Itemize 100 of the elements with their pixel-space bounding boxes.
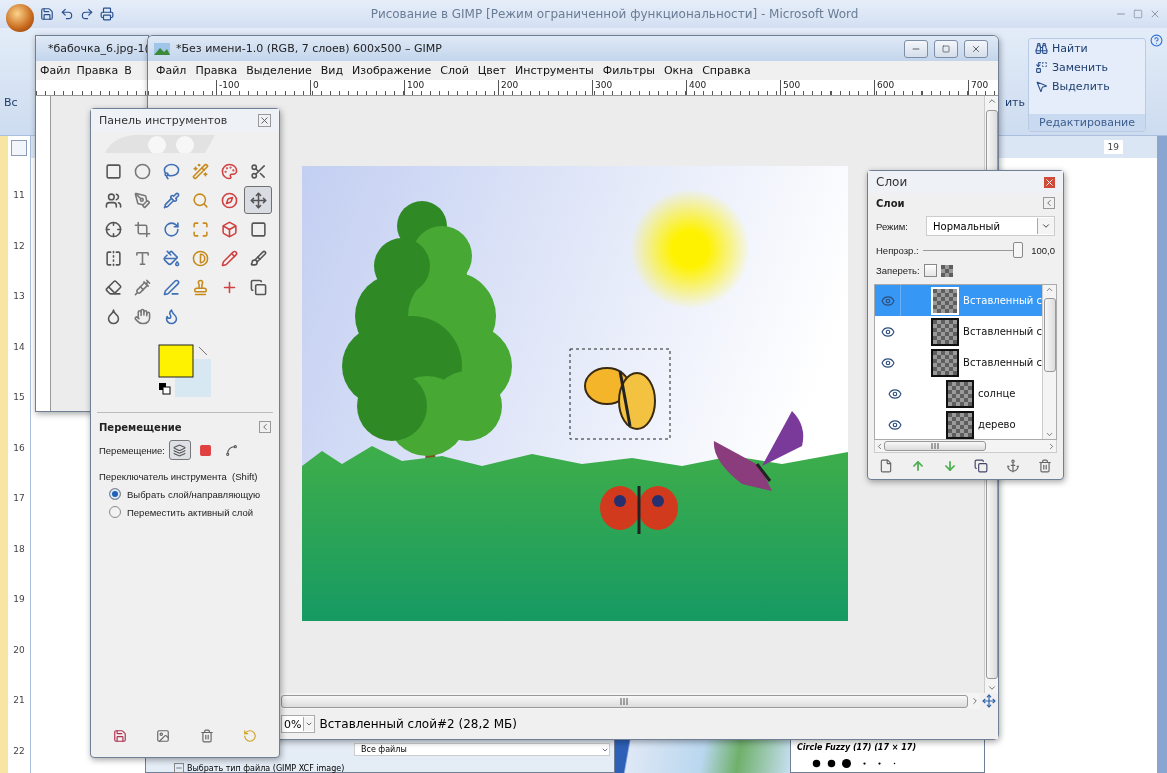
trash-icon[interactable] xyxy=(199,729,214,743)
grip-icon xyxy=(620,697,629,705)
ruler-number: 15 xyxy=(13,391,25,405)
gradient-icon xyxy=(191,249,209,267)
ruler-number: 18 xyxy=(13,542,25,556)
wand-icon xyxy=(191,162,209,180)
replace-icon xyxy=(1035,61,1048,74)
eraser-icon xyxy=(104,278,122,296)
radio-label[interactable]: Переместить активный слой xyxy=(127,506,254,518)
ruler-number: 22 xyxy=(13,744,25,758)
maximize-button[interactable] xyxy=(934,39,958,58)
butterfly-drawing xyxy=(584,367,656,430)
scroll-right-icon[interactable] xyxy=(1047,441,1056,451)
layer-thumbnail xyxy=(946,379,974,408)
layer-icon xyxy=(173,443,187,457)
layer-name: дерево xyxy=(977,419,1016,430)
menu-item[interactable]: Окна xyxy=(663,64,694,77)
scroll-up-icon[interactable] xyxy=(986,96,997,106)
mode-button[interactable] xyxy=(168,440,191,460)
radio-label[interactable]: Выбрать слой/направляющую xyxy=(127,488,261,500)
pencil-icon xyxy=(220,249,238,267)
brush-icon xyxy=(249,249,267,267)
section-title: Слои xyxy=(876,197,905,209)
menu-item[interactable]: Слой xyxy=(440,64,469,77)
tab-selector[interactable] xyxy=(11,140,27,156)
radio-button[interactable] xyxy=(109,506,121,518)
trash-icon[interactable] xyxy=(1038,459,1053,473)
square-icon xyxy=(249,220,267,238)
grip-icon xyxy=(930,443,940,450)
path-icon xyxy=(225,443,239,457)
page-icon[interactable] xyxy=(878,459,893,473)
rotate-icon xyxy=(162,220,180,238)
menu-item[interactable]: Изображение xyxy=(352,64,432,77)
ribbon-item[interactable]: Заменить xyxy=(1029,58,1145,77)
eye-icon[interactable] xyxy=(888,386,902,401)
save-icon[interactable] xyxy=(40,7,54,21)
menu-item[interactable]: Справка xyxy=(702,64,751,77)
eye-icon[interactable] xyxy=(888,417,902,432)
ribbon-item[interactable]: Найти xyxy=(1029,39,1145,58)
collapse-icon[interactable] xyxy=(259,421,271,433)
slider-thumb[interactable] xyxy=(1013,242,1024,258)
menu-item[interactable]: Файл xyxy=(40,64,71,77)
close-icon[interactable] xyxy=(258,113,271,127)
printer-icon[interactable] xyxy=(100,7,114,21)
collapse-icon[interactable] xyxy=(174,763,184,773)
image-icon[interactable] xyxy=(156,729,171,743)
save-icon[interactable] xyxy=(113,729,127,743)
tool-button[interactable] xyxy=(244,186,272,214)
undo-icon[interactable] xyxy=(60,7,74,21)
help-icon[interactable] xyxy=(1150,34,1163,47)
menu-item[interactable]: Файл xyxy=(156,64,187,77)
eye-icon[interactable] xyxy=(880,355,895,370)
zoom-field[interactable]: 0% xyxy=(281,715,316,733)
scrollbar[interactable] xyxy=(281,693,980,709)
maximize-icon xyxy=(942,44,950,53)
opacity-value[interactable]: 100,0 xyxy=(1031,244,1055,256)
menu-item[interactable]: Цвет xyxy=(477,64,506,77)
menu-item[interactable]: Вид xyxy=(320,64,344,77)
menu-item[interactable]: В xyxy=(124,64,132,77)
ribbon-label[interactable]: ить xyxy=(1000,96,1025,135)
scroll-left-icon[interactable] xyxy=(875,441,884,451)
flip-icon xyxy=(104,249,122,267)
menu-item[interactable]: Фильтры xyxy=(602,64,655,77)
ribbon-label[interactable]: Вс xyxy=(0,96,18,135)
scrollbar[interactable] xyxy=(1042,285,1056,440)
scroll-down-icon[interactable] xyxy=(986,683,997,693)
radio-button[interactable] xyxy=(109,488,121,500)
ribbon-item[interactable]: Выделить xyxy=(1029,77,1145,96)
alpha-lock-icon[interactable] xyxy=(940,264,953,277)
menu-item[interactable]: Правка xyxy=(195,64,238,77)
office-button[interactable] xyxy=(6,4,34,32)
collapse-icon[interactable] xyxy=(1043,197,1055,209)
color-swatches-drawing[interactable] xyxy=(157,343,213,399)
ruler-number: 20 xyxy=(13,643,25,657)
mode-dropdown[interactable]: Нормальный xyxy=(926,216,1055,236)
redo-icon[interactable] xyxy=(80,7,94,21)
pointer-icon xyxy=(1035,80,1048,93)
ink-pen-icon xyxy=(162,278,180,296)
close-button[interactable] xyxy=(964,39,988,58)
minimize-button[interactable] xyxy=(904,39,928,58)
people-icon xyxy=(104,191,122,209)
box-icon xyxy=(220,220,238,238)
menu-item[interactable]: Инструменты xyxy=(515,64,594,77)
palette-icon xyxy=(220,162,238,180)
filter-dropdown[interactable]: Все файлы xyxy=(354,743,610,756)
crop-icon xyxy=(133,220,151,238)
close-icon[interactable] xyxy=(1044,176,1055,188)
lock-checkbox[interactable] xyxy=(923,264,937,277)
eye-icon[interactable] xyxy=(880,324,895,339)
scroll-up-icon[interactable] xyxy=(1045,285,1054,294)
menu-item[interactable]: Правка xyxy=(76,64,119,77)
scroll-right-icon[interactable] xyxy=(970,696,980,706)
menu-item[interactable]: Выделение xyxy=(246,64,312,77)
ruler-number: 19 xyxy=(1103,140,1123,154)
move-icon[interactable] xyxy=(982,694,996,708)
copy-icon[interactable] xyxy=(974,459,989,473)
scrollbar[interactable] xyxy=(874,440,1057,453)
anchor-icon[interactable] xyxy=(1006,459,1021,473)
expander-label[interactable]: Выбрать тип файла (GIMP XCF image) xyxy=(187,763,345,773)
close-icon[interactable] xyxy=(1149,8,1161,20)
